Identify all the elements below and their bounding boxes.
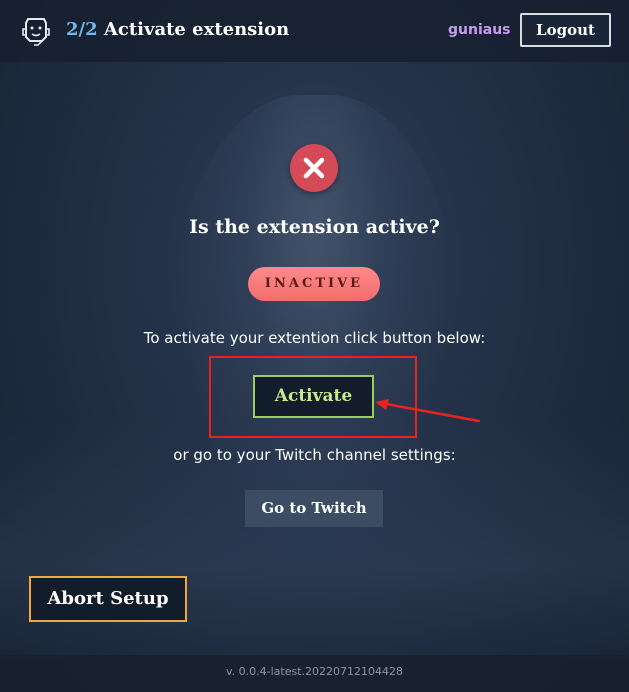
status-question: Is the extension active?	[189, 216, 440, 238]
status-badge: INACTIVE	[248, 267, 380, 301]
header-bar: 2/2 Activate extension guniaus Logout	[0, 0, 629, 62]
twitch-instruction: or go to your Twitch channel settings:	[173, 446, 456, 464]
annotation-arrow-icon	[372, 398, 484, 426]
headset-logo-icon	[22, 15, 50, 47]
app-window: 2/2 Activate extension guniaus Logout Is…	[0, 0, 629, 692]
username-label: guniaus	[448, 22, 511, 38]
logout-button[interactable]: Logout	[520, 13, 611, 47]
page-title: 2/2 Activate extension	[66, 19, 289, 40]
go-to-twitch-button[interactable]: Go to Twitch	[245, 490, 383, 527]
close-icon	[290, 144, 338, 192]
footer-bar: v. 0.0.4-latest.20220712104428	[0, 655, 629, 692]
version-label: v. 0.0.4-latest.20220712104428	[225, 665, 403, 678]
step-indicator: 2/2	[66, 19, 98, 40]
abort-setup-button[interactable]: Abort Setup	[29, 576, 187, 622]
page-title-text: Activate extension	[103, 19, 290, 40]
activate-instruction: To activate your extention click button …	[143, 329, 486, 347]
activate-button[interactable]: Activate	[253, 375, 374, 418]
